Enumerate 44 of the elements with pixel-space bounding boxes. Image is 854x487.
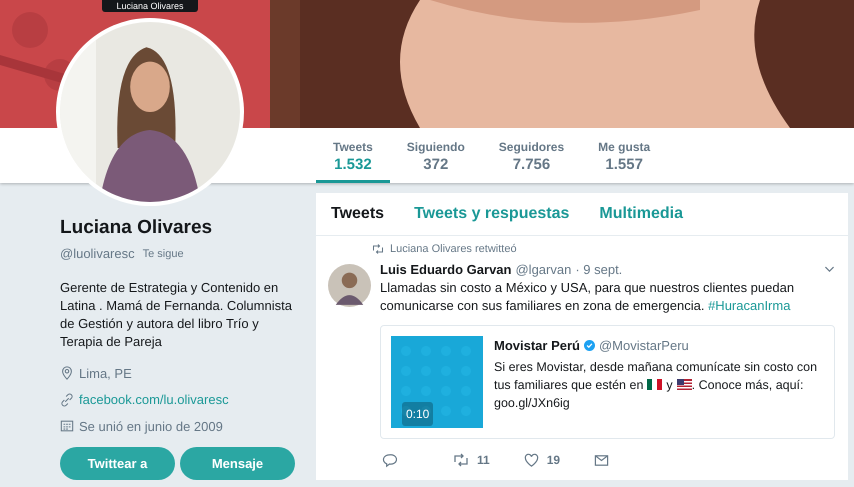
location-icon [60, 366, 74, 380]
like-count: 19 [546, 452, 560, 469]
calendar-icon [60, 419, 74, 434]
stat-tab[interactable]: Tweets 1.532 [316, 128, 390, 183]
quoted-author: Movistar Perú [494, 337, 580, 355]
mexico-flag-icon [647, 379, 662, 390]
author-handle: @lgarvan [515, 260, 572, 279]
heart-icon[interactable] [524, 452, 539, 468]
quoted-text: y [666, 376, 673, 394]
quoted-handle: @MovistarPeru [598, 337, 689, 355]
avatar [328, 264, 371, 306]
follows-you-label: Te sigue [142, 246, 184, 262]
message-button[interactable]: Mensaje [180, 447, 295, 480]
quoted-text: Si eres Movistar, desde mañana comunícate sin costo con [494, 358, 818, 376]
stat-tab[interactable]: Me gusta 1.557 [581, 128, 668, 183]
link-icon [60, 392, 74, 407]
tweet-to-button[interactable]: Twittear a [60, 447, 175, 480]
retweet-icon[interactable] [453, 452, 469, 468]
author-name: Luis Eduardo Garvan [380, 260, 512, 278]
stat-tab[interactable]: Siguiendo 372 [390, 128, 482, 183]
timeline-tab[interactable]: Tweets y respuestas [414, 202, 570, 226]
reply-icon[interactable] [382, 452, 397, 468]
mail-icon[interactable] [594, 452, 610, 468]
quoted-text: tus familiares que estén en [494, 376, 644, 394]
retweet-icon [372, 243, 384, 256]
location-text: Lima, PE [79, 364, 132, 382]
joined-date: Se unió en junio de 2009 [79, 418, 223, 436]
tweet-time: · 9 sept. [575, 260, 622, 279]
retweet-count: 11 [477, 452, 490, 469]
tooltip-text: Luciana Olivares [116, 1, 184, 11]
profile-name: Luciana Olivares [60, 216, 214, 240]
video-duration: 0:10 [406, 407, 430, 421]
website-link[interactable]: facebook.com/lu.olivaresc [79, 390, 229, 410]
quoted-link[interactable]: goo.gl/JXn6ig [494, 394, 570, 412]
timeline-tab[interactable]: Multimedia [599, 202, 683, 226]
tweet-text: Llamadas sin costo a México y USA, para que nuestros clientes puedan comunicarse con sus familiares en zona de emergencia. #HuracanIrma [380, 279, 796, 315]
hashtag-link[interactable]: #HuracanIrma [708, 298, 790, 313]
timeline-tab[interactable]: Tweets [331, 202, 384, 226]
retweet-context: Luciana Olivares retwitteó [390, 242, 517, 257]
stat-tab[interactable]: Seguidores 7.756 [482, 128, 582, 183]
profile-handle: @luolivaresc [60, 245, 135, 263]
quoted-text: . Conoce más, aquí: [692, 376, 804, 394]
usa-flag-icon [676, 379, 692, 390]
profile-bio: Gerente de Estrategia y Contenido en Latina . Mamá de Fernanda. Columnista de Gestión y autora del libro Trío y Terapia de Pareja [60, 278, 293, 350]
